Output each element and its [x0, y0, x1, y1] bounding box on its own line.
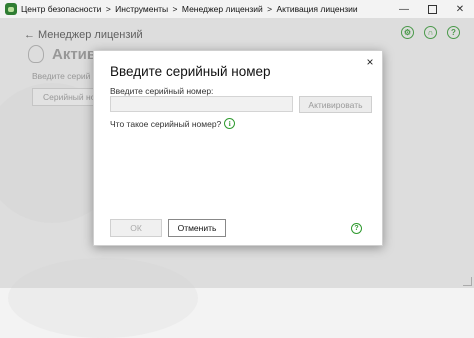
what-is-serial-link[interactable]: Что такое серийный номер? i	[110, 118, 236, 129]
breadcrumb-item[interactable]: Менеджер лицензий	[182, 4, 263, 14]
breadcrumb-separator: >	[105, 4, 111, 14]
resize-grip-icon[interactable]	[463, 277, 472, 286]
ok-button[interactable]: ОК	[110, 219, 162, 237]
serial-number-dialog: Введите серийный номер × Введите серийны…	[93, 50, 383, 246]
maximize-icon	[427, 4, 437, 14]
breadcrumb-item[interactable]: Центр безопасности	[21, 4, 101, 14]
close-icon[interactable]: ×	[363, 55, 377, 69]
help-link-label: Что такое серийный номер?	[110, 118, 222, 129]
minimize-button[interactable]: —	[390, 0, 418, 18]
cancel-button[interactable]: Отменить	[168, 219, 226, 237]
breadcrumb-item[interactable]: Инструменты	[115, 4, 168, 14]
title-bar: Центр безопасности > Инструменты > Менед…	[0, 0, 474, 18]
help-icon[interactable]: ?	[351, 223, 362, 234]
window-controls: — ✕	[390, 0, 474, 18]
serial-number-input[interactable]	[110, 96, 293, 112]
maximize-button[interactable]	[418, 0, 446, 18]
breadcrumb: Центр безопасности > Инструменты > Менед…	[21, 4, 358, 14]
breadcrumb-separator: >	[172, 4, 178, 14]
activate-button[interactable]: Активировать	[299, 96, 372, 113]
app-logo-icon	[5, 3, 17, 15]
serial-field-label: Введите серийный номер:	[110, 86, 214, 96]
breadcrumb-item: Активация лицензии	[276, 4, 358, 14]
breadcrumb-separator: >	[267, 4, 273, 14]
close-window-button[interactable]: ✕	[446, 0, 474, 18]
info-icon[interactable]: i	[224, 118, 236, 129]
dialog-title: Введите серийный номер	[110, 64, 271, 79]
